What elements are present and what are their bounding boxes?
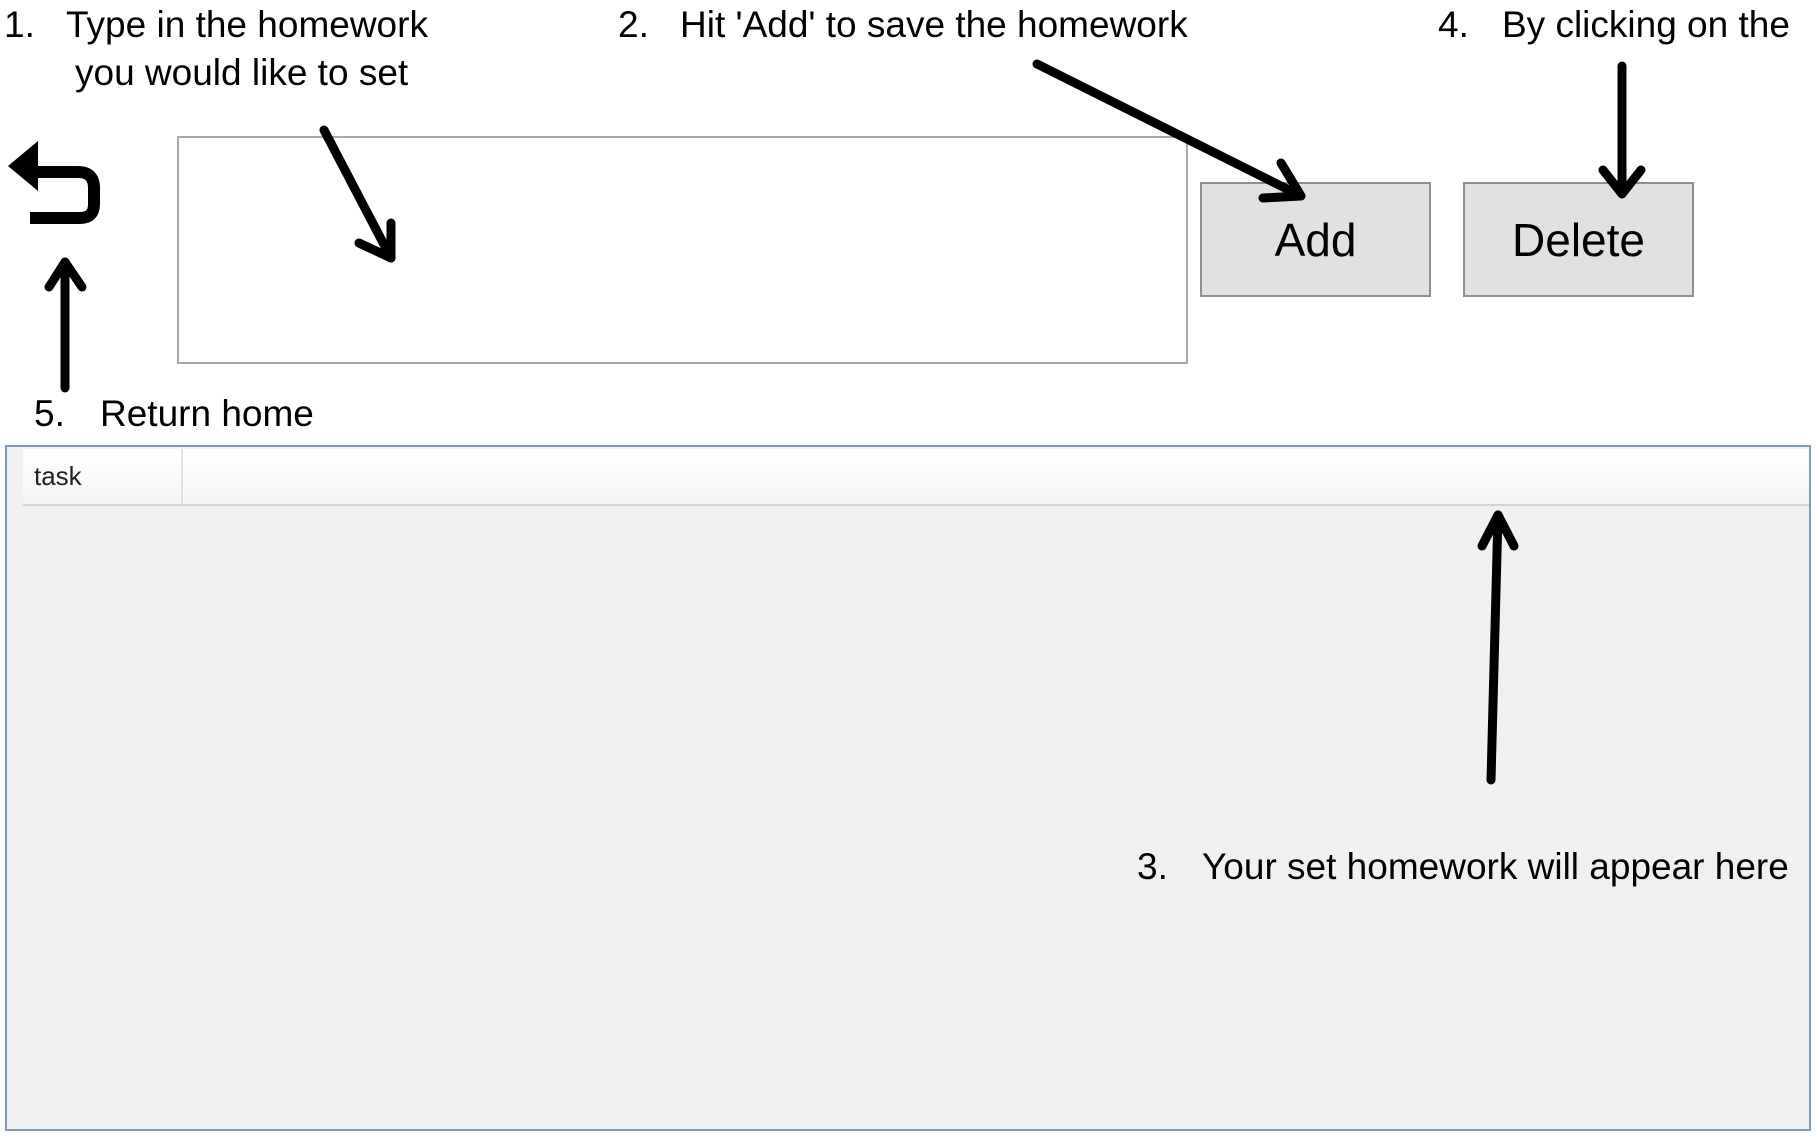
homework-input[interactable]	[177, 136, 1188, 364]
annotation-step-5: 5. Return home	[34, 390, 314, 438]
list-header: task	[23, 449, 1809, 506]
annotation-number: 2.	[618, 4, 649, 45]
annotation-text: Hit 'Add' to save the homework	[680, 4, 1188, 45]
homework-list[interactable]: task	[5, 445, 1811, 1131]
annotation-step-4: 4. By clicking on the	[1438, 1, 1790, 49]
column-header-task[interactable]: task	[23, 449, 183, 504]
annotation-step-1: 1. Type in the homework	[4, 1, 428, 49]
arrow-to-delete-button	[1598, 61, 1646, 199]
annotation-number: 5.	[34, 393, 65, 434]
arrow-to-return-home	[44, 257, 87, 393]
annotation-step-3: 3. Your set homework will appear here	[1137, 843, 1789, 891]
annotation-text: Return home	[100, 393, 314, 434]
return-arrow-icon	[8, 141, 100, 224]
delete-button[interactable]: Delete	[1463, 182, 1694, 297]
return-home-button[interactable]	[2, 135, 104, 227]
annotation-text: Type in the homework	[66, 4, 428, 45]
annotation-text: you would like to set	[75, 52, 409, 93]
annotation-step-1-line-2: you would like to set	[75, 49, 408, 97]
annotation-number: 4.	[1438, 4, 1469, 45]
add-button[interactable]: Add	[1200, 182, 1431, 297]
annotation-number: 3.	[1137, 846, 1168, 887]
annotation-text: Your set homework will appear here	[1202, 846, 1789, 887]
annotation-number: 1.	[4, 4, 35, 45]
annotation-text: By clicking on the	[1502, 4, 1790, 45]
annotation-step-2: 2. Hit 'Add' to save the homework	[618, 1, 1188, 49]
